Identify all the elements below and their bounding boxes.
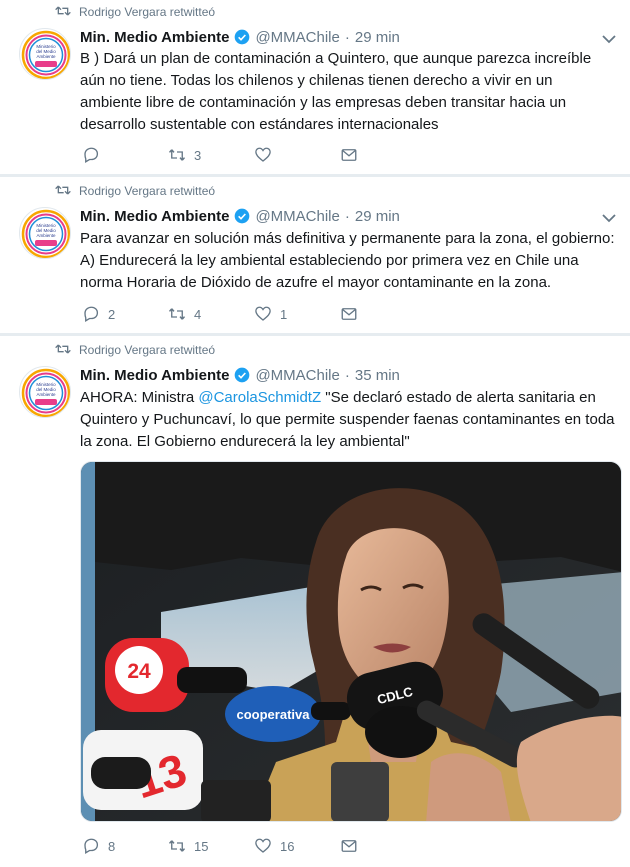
chevron-down-icon[interactable] bbox=[602, 34, 616, 44]
message-icon bbox=[340, 837, 358, 855]
author-name[interactable]: Min. Medio Ambiente bbox=[80, 367, 229, 384]
tweet-actions: 8 15 16 bbox=[82, 836, 426, 856]
tweet-text: Para avanzar en solución más definitiva … bbox=[80, 230, 615, 291]
like-button[interactable] bbox=[254, 146, 340, 164]
tweet-header: Min. Medio Ambiente @MMAChile · 35 min bbox=[80, 365, 400, 385]
verified-icon bbox=[234, 29, 250, 45]
chevron-down-icon[interactable] bbox=[602, 213, 616, 223]
retweet-icon bbox=[168, 146, 186, 164]
heart-icon bbox=[254, 146, 272, 164]
retweet-context: Rodrigo Vergara retwitteó bbox=[55, 4, 215, 20]
tweet-header: Min. Medio Ambiente @MMAChile · 29 min bbox=[80, 206, 400, 226]
timestamp[interactable]: 29 min bbox=[355, 29, 400, 46]
author-name[interactable]: Min. Medio Ambiente bbox=[80, 208, 229, 225]
mic-flag-cooperativa: cooperativa bbox=[237, 707, 311, 722]
timeline: Rodrigo Vergara retwitteó Ministerio del… bbox=[0, 0, 630, 867]
author-handle[interactable]: @MMAChile bbox=[255, 29, 339, 46]
avatar-text: Ambiente bbox=[36, 233, 56, 238]
like-count: 1 bbox=[280, 306, 288, 322]
separator-dot: · bbox=[344, 207, 350, 225]
message-icon bbox=[340, 305, 358, 323]
verified-icon bbox=[234, 208, 250, 224]
mention-link[interactable]: @CarolaSchmidtZ bbox=[198, 389, 321, 406]
tweet-actions: 2 4 1 bbox=[82, 304, 426, 324]
retweet-button[interactable]: 4 bbox=[168, 305, 254, 323]
retweet-button[interactable]: 15 bbox=[168, 837, 254, 855]
reply-button[interactable]: 8 bbox=[82, 837, 168, 855]
like-button[interactable]: 16 bbox=[254, 837, 340, 855]
like-count: 16 bbox=[280, 838, 295, 854]
direct-message-button[interactable] bbox=[340, 837, 426, 855]
heart-icon bbox=[254, 837, 272, 855]
tweet-header: Min. Medio Ambiente @MMAChile · 29 min bbox=[80, 27, 400, 47]
retweet-context-label[interactable]: Rodrigo Vergara retwitteó bbox=[79, 5, 215, 19]
retweet-icon bbox=[168, 837, 186, 855]
verified-icon bbox=[234, 367, 250, 383]
direct-message-button[interactable] bbox=[340, 146, 426, 164]
retweet-count: 3 bbox=[194, 147, 202, 163]
retweet-context: Rodrigo Vergara retwitteó bbox=[55, 342, 215, 358]
timestamp[interactable]: 29 min bbox=[355, 208, 400, 225]
tweet-text: B ) Dará un plan de contaminación a Quin… bbox=[80, 50, 592, 133]
retweet-icon bbox=[55, 183, 71, 200]
retweet-button[interactable]: 3 bbox=[168, 146, 254, 164]
avatar[interactable]: Ministerio del Medio Ambiente bbox=[19, 366, 71, 418]
author-name[interactable]: Min. Medio Ambiente bbox=[80, 29, 229, 46]
reply-button[interactable]: 2 bbox=[82, 305, 168, 323]
like-button[interactable]: 1 bbox=[254, 305, 340, 323]
retweet-icon bbox=[55, 342, 71, 359]
avatar[interactable]: Ministerio del Medio Ambiente bbox=[19, 207, 71, 259]
retweet-context: Rodrigo Vergara retwitteó bbox=[55, 183, 215, 199]
author-handle[interactable]: @MMAChile bbox=[255, 208, 339, 225]
retweet-icon bbox=[168, 305, 186, 323]
author-handle[interactable]: @MMAChile bbox=[255, 367, 339, 384]
avatar[interactable]: Ministerio del Medio Ambiente bbox=[19, 28, 71, 80]
reply-icon bbox=[82, 146, 100, 164]
tweet[interactable]: Rodrigo Vergara retwitteó Ministerio del… bbox=[0, 336, 630, 867]
avatar-text: Ambiente bbox=[36, 392, 56, 397]
tweet-text: AHORA: Ministra @CarolaSchmidtZ "Se decl… bbox=[80, 387, 616, 453]
reply-icon bbox=[82, 837, 100, 855]
avatar-text: Ambiente bbox=[36, 54, 56, 59]
retweet-icon bbox=[55, 4, 71, 21]
tweet-actions: 3 bbox=[82, 145, 426, 165]
retweet-context-label[interactable]: Rodrigo Vergara retwitteó bbox=[79, 184, 215, 198]
reply-count: 2 bbox=[108, 306, 116, 322]
tweet[interactable]: Rodrigo Vergara retwitteó Ministerio del… bbox=[0, 0, 630, 174]
tweet-text-before: AHORA: Ministra bbox=[80, 389, 199, 406]
reply-icon bbox=[82, 305, 100, 323]
separator-dot: · bbox=[344, 28, 350, 46]
timestamp[interactable]: 35 min bbox=[355, 367, 400, 384]
retweet-count: 15 bbox=[194, 838, 209, 854]
tweet-photo[interactable]: 24 13 cooperativa CDLC bbox=[80, 461, 622, 822]
tweet[interactable]: Rodrigo Vergara retwitteó Ministerio del… bbox=[0, 177, 630, 333]
reply-count: 8 bbox=[108, 838, 116, 854]
message-icon bbox=[340, 146, 358, 164]
heart-icon bbox=[254, 305, 272, 323]
direct-message-button[interactable] bbox=[340, 305, 426, 323]
retweet-count: 4 bbox=[194, 306, 202, 322]
mic-flag-24: 24 bbox=[127, 660, 151, 683]
separator-dot: · bbox=[344, 366, 350, 384]
retweet-context-label[interactable]: Rodrigo Vergara retwitteó bbox=[79, 343, 215, 357]
reply-button[interactable] bbox=[82, 146, 168, 164]
